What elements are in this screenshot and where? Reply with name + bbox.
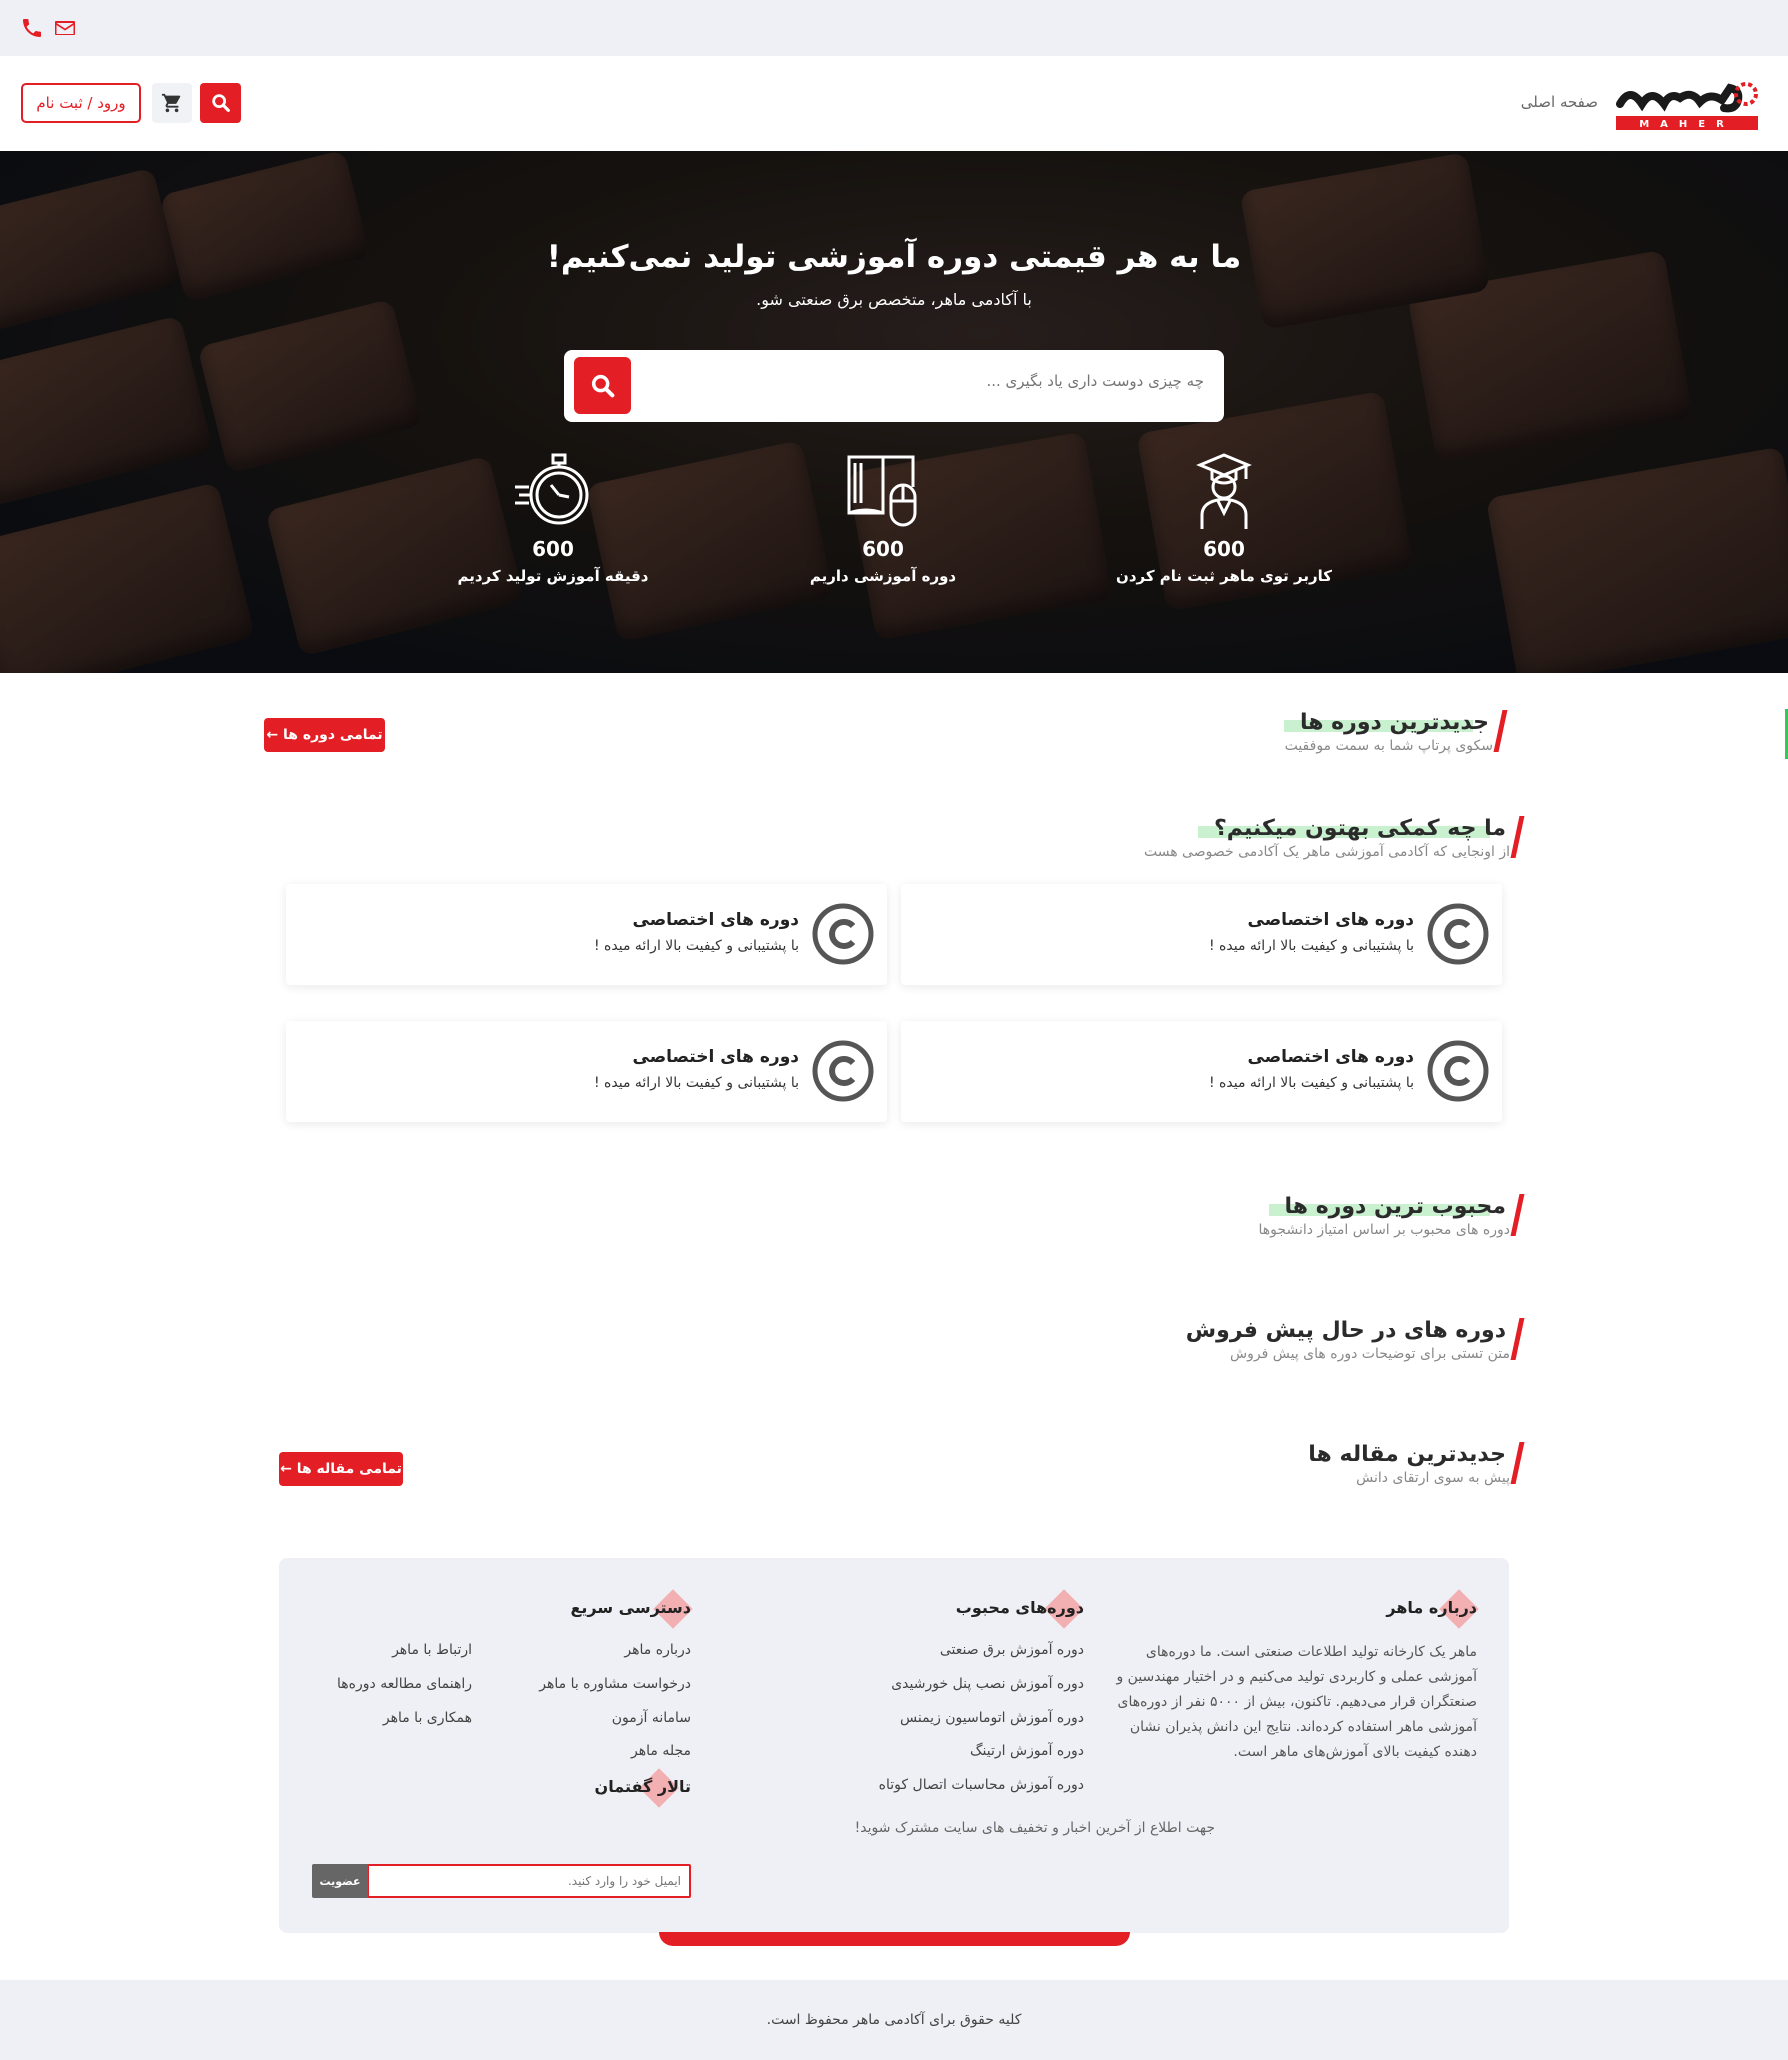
section-subtitle: از اونجایی که آکادمی آموزشی ماهر یک آکاد… xyxy=(1143,844,1510,860)
site-header: ورود / ثبت نام صفحه اصلی MAHER xyxy=(0,56,1788,151)
feature-text: با پشتیبانی و کیفیت بالا ارائه میده ! xyxy=(593,1075,799,1091)
stat-courses-value: 600 xyxy=(862,537,904,561)
section-subtitle: پیش به سوی ارتقای دانش xyxy=(1356,1470,1510,1486)
footer-popular-link[interactable]: دوره آموزش برق صنعتی xyxy=(940,1642,1084,1658)
feature-title: دوره های اختصاصی xyxy=(1247,1047,1414,1067)
nav-home-link[interactable]: صفحه اصلی xyxy=(1521,93,1598,111)
footer-quick-title: دسترسی سریع xyxy=(570,1589,693,1629)
copyright-text: کلیه حقوق برای آکادمی ماهر محفوظ است. xyxy=(766,2012,1022,2028)
logo-text: MAHER xyxy=(1639,119,1735,130)
footer-quick-link[interactable]: درخواست مشاوره با ماهر xyxy=(539,1676,691,1692)
section-subtitle: متن تستی برای توضیحات دوره های پیش فروش xyxy=(1230,1346,1510,1362)
stopwatch-icon xyxy=(515,453,589,525)
all-articles-button[interactable]: تمامی مقاله ها ← xyxy=(279,1452,403,1486)
stat-minutes-value: 600 xyxy=(532,537,574,561)
book-mouse-icon xyxy=(847,455,917,527)
copyright-icon xyxy=(1427,903,1489,965)
feature-card: دوره های اختصاصی با پشتیبانی و کیفیت بال… xyxy=(901,1021,1502,1122)
section-title: محبوب ترین دوره ها xyxy=(1268,1194,1510,1219)
cart-button[interactable] xyxy=(152,83,192,123)
footer-about-title: درباره ماهر xyxy=(1386,1589,1479,1629)
section-title: جدیدترین مقاله ها xyxy=(1308,1442,1506,1467)
stat-minutes-label: دقیقه آموزش تولید کردیم xyxy=(457,567,649,585)
feature-title: دوره های اختصاصی xyxy=(632,1047,799,1067)
footer-accent-bar xyxy=(659,1932,1130,1946)
stat-users-label: کاربر توی ماهر ثبت نام کردن xyxy=(1116,567,1332,585)
search-icon xyxy=(591,374,614,397)
section-title: دوره های در حال پیش فروش xyxy=(1185,1318,1506,1343)
phone-icon[interactable] xyxy=(20,16,44,40)
graduate-icon xyxy=(1196,453,1252,529)
newsletter-join-button[interactable]: عضویت xyxy=(312,1864,368,1898)
hero-title: ما به هر قیمتی دوره آموزشی تولید نمی‌کنی… xyxy=(546,239,1242,275)
section-title: جدیدترین دوره ها xyxy=(1284,710,1493,735)
footer-popular-link[interactable]: دوره آموزش ارتینگ xyxy=(970,1743,1084,1759)
feature-card: دوره های اختصاصی با پشتیبانی و کیفیت بال… xyxy=(286,884,887,985)
header-search-button[interactable] xyxy=(200,83,241,123)
footer-forum-title[interactable]: تالار گفتمان xyxy=(595,1768,691,1808)
newsletter-text: جهت اطلاع از آخرین اخبار و تخفیف های سای… xyxy=(854,1820,1215,1836)
stat-users: 600 کاربر توی ماهر ثبت نام کردن xyxy=(1104,449,1344,585)
footer-popular-link[interactable]: دوره آموزش نصب پنل خورشیدی xyxy=(891,1676,1084,1692)
feature-text: با پشتیبانی و کیفیت بالا ارائه میده ! xyxy=(593,938,799,954)
footer-quick-link[interactable]: درباره ماهر xyxy=(624,1642,691,1658)
stat-courses-label: دوره آموزشی داریم xyxy=(809,567,957,585)
copyright-icon xyxy=(1427,1040,1489,1102)
how-help-heading: ما چه کمکی بهتون میکنیم؟ از اونجایی که آ… xyxy=(1090,816,1525,860)
feature-card: دوره های اختصاصی با پشتیبانی و کیفیت بال… xyxy=(901,884,1502,985)
maher-logo[interactable]: MAHER xyxy=(1612,74,1762,134)
newsletter-email-input[interactable] xyxy=(367,1864,691,1898)
stat-courses: 600 دوره آموزشی داریم xyxy=(763,449,1003,585)
copyright-bar: کلیه حقوق برای آکادمی ماهر محفوظ است. xyxy=(0,1980,1788,2060)
feature-title: دوره های اختصاصی xyxy=(1247,910,1414,930)
copyright-icon xyxy=(812,903,874,965)
hero-subtitle: با آکادمی ماهر، متخصص برق صنعتی شو. xyxy=(756,290,1032,309)
feature-text: با پشتیبانی و کیفیت بالا ارائه میده ! xyxy=(1208,1075,1414,1091)
mail-icon[interactable] xyxy=(53,16,77,40)
footer-quick-link[interactable]: راهنمای مطالعه دوره‌ها xyxy=(337,1676,472,1692)
all-courses-button[interactable]: تمامی دوره ها ← xyxy=(264,718,385,752)
newest-articles-heading: جدیدترین مقاله ها پیش به سوی ارتقای دانش xyxy=(1210,1442,1525,1486)
login-register-button[interactable]: ورود / ثبت نام xyxy=(21,83,141,123)
section-title: ما چه کمکی بهتون میکنیم؟ xyxy=(1197,816,1510,841)
top-bar xyxy=(0,0,1788,56)
copyright-icon xyxy=(812,1040,874,1102)
hero-section: ما به هر قیمتی دوره آموزشی تولید نمی‌کنی… xyxy=(0,151,1788,673)
newest-courses-heading: جدیدترین دوره ها سکوی پرتاپ شما به سمت م… xyxy=(1233,710,1508,754)
footer-popular-link[interactable]: دوره آموزش اتوماسیون زیمنس xyxy=(900,1710,1084,1726)
hero-search-button[interactable] xyxy=(574,357,631,414)
feature-text: با پشتیبانی و کیفیت بالا ارائه میده ! xyxy=(1208,938,1414,954)
cart-icon xyxy=(161,93,181,113)
search-icon xyxy=(211,94,230,112)
footer-quick-link[interactable]: ارتباط با ماهر xyxy=(392,1642,472,1658)
footer-popular-title: دوره‌های محبوب xyxy=(956,1589,1084,1629)
section-subtitle: دوره های محبوب بر اساس امتیاز دانشجوها xyxy=(1258,1222,1510,1238)
presale-courses-heading: دوره های در حال پیش فروش متن تستی برای ت… xyxy=(1130,1318,1525,1362)
hero-search-input[interactable] xyxy=(644,372,1204,390)
footer-about-text: ماهر یک کارخانه تولید اطلاعات صنعتی است.… xyxy=(1116,1644,1477,1760)
popular-courses-heading: محبوب ترین دوره ها دوره های محبوب بر اسا… xyxy=(1150,1194,1525,1238)
stat-users-value: 600 xyxy=(1203,537,1245,561)
footer-quick-link[interactable]: سامانه آزمون xyxy=(612,1710,691,1726)
footer-popular-link[interactable]: دوره آموزش محاسبات اتصال کوتاه xyxy=(879,1777,1084,1793)
feature-title: دوره های اختصاصی xyxy=(632,910,799,930)
stat-minutes: 600 دقیقه آموزش تولید کردیم xyxy=(433,449,673,585)
hero-search-box xyxy=(564,350,1224,422)
footer-quick-link[interactable]: همکاری با ماهر xyxy=(383,1710,472,1726)
feature-card: دوره های اختصاصی با پشتیبانی و کیفیت بال… xyxy=(286,1021,887,1122)
footer-box: درباره ماهر ماهر یک کارخانه تولید اطلاعا… xyxy=(279,1558,1509,1933)
footer-quick-link[interactable]: مجله ماهر xyxy=(631,1743,691,1759)
section-subtitle: سکوی پرتاپ شما به سمت موفقیت xyxy=(1284,738,1493,754)
